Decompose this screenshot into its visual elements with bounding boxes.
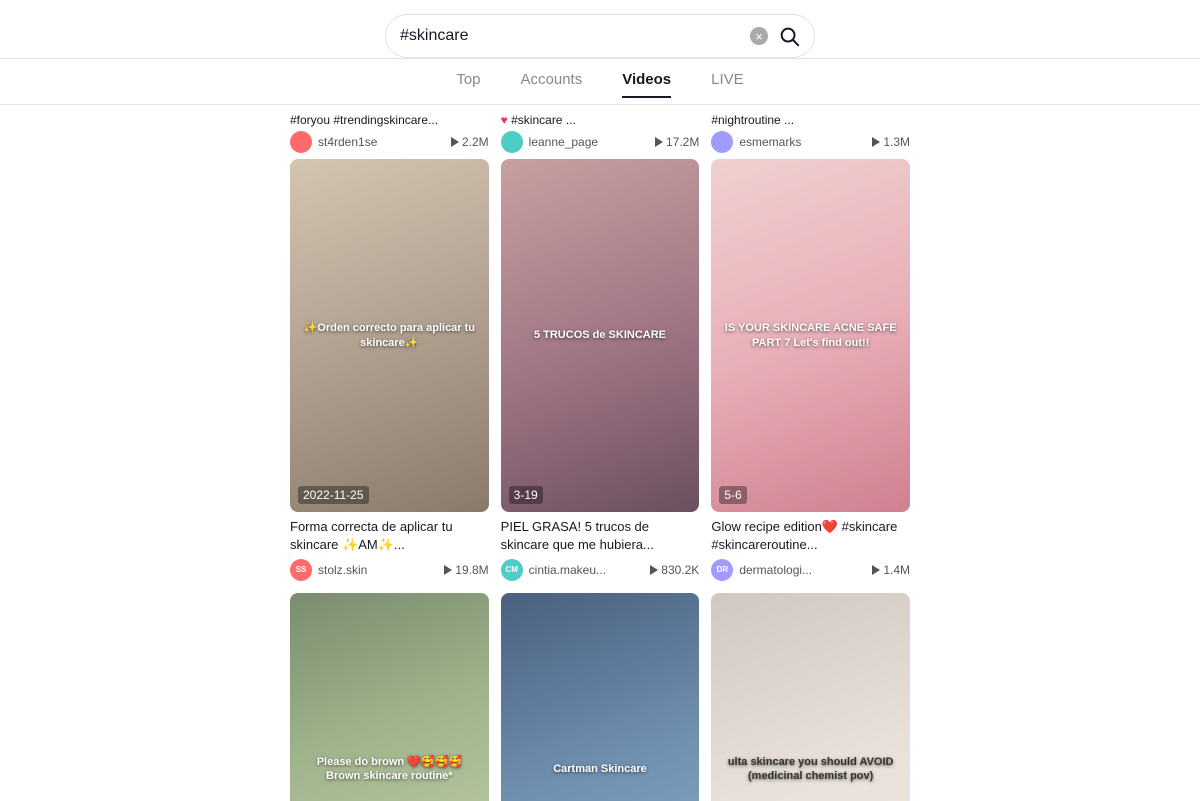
username-2: leanne_page <box>529 135 649 149</box>
play-icon-v2 <box>650 565 658 575</box>
play-count-3: 1.3M <box>872 135 910 149</box>
thumb-overlay-4: Please do brown ❤️🥰🥰🥰 Brown skincare rou… <box>290 593 489 801</box>
thumb-overlay-5: Cartman Skincare <box>501 593 700 801</box>
video-card-6[interactable]: ulta skincare you should AVOID (medicina… <box>711 593 910 801</box>
tab-accounts[interactable]: Accounts <box>521 71 583 98</box>
video-thumb-2: 5 TRUCOS de SKINCARE 3-19 <box>501 159 700 512</box>
video-thumb-1: ✨Orden correcto para aplicar tu skincare… <box>290 159 489 512</box>
video-play-count-3: 1.4M <box>872 563 910 577</box>
play-icon-3 <box>872 137 880 147</box>
video-card-4[interactable]: Please do brown ❤️🥰🥰🥰 Brown skincare rou… <box>290 593 489 801</box>
video-card-3[interactable]: IS YOUR SKINCARE ACNE SAFE PART 7 Let's … <box>711 159 910 581</box>
tab-live[interactable]: LIVE <box>711 71 744 98</box>
tabs-container: Top Accounts Videos LIVE <box>0 59 1200 105</box>
play-icon-v3 <box>872 565 880 575</box>
search-bar <box>385 14 815 58</box>
video-thumb-5: Cartman Skincare 4-3 <box>501 593 700 801</box>
video-card-2[interactable]: 5 TRUCOS de SKINCARE 3-19 PIEL GRASA! 5 … <box>501 159 700 581</box>
top-card-meta-2: leanne_page 17.2M <box>501 131 700 153</box>
play-icon-2 <box>655 137 663 147</box>
thumb-overlay-1: ✨Orden correcto para aplicar tu skincare… <box>290 159 489 512</box>
search-button[interactable] <box>778 25 800 47</box>
video-title-2: PIEL GRASA! 5 trucos de skincare que me … <box>501 518 700 554</box>
thumb-overlay-3: IS YOUR SKINCARE ACNE SAFE PART 7 Let's … <box>711 159 910 512</box>
avatar-1 <box>290 131 312 153</box>
tab-videos[interactable]: Videos <box>622 71 671 98</box>
search-input[interactable] <box>400 27 750 45</box>
avatar-2 <box>501 131 523 153</box>
search-container <box>0 0 1200 58</box>
tab-top[interactable]: Top <box>456 71 480 98</box>
video-title-3: Glow recipe edition❤️ #skincare #skincar… <box>711 518 910 554</box>
play-icon-1 <box>451 137 459 147</box>
top-partial-row: #foryou #trendingskincare... st4rden1se … <box>290 111 910 153</box>
video-row-2: Please do brown ❤️🥰🥰🥰 Brown skincare rou… <box>290 593 910 801</box>
video-avatar-2: CM <box>501 559 523 581</box>
top-card-1[interactable]: #foryou #trendingskincare... st4rden1se … <box>290 113 489 153</box>
top-card-tags-1: #foryou #trendingskincare... <box>290 113 489 127</box>
video-date-2: 3-19 <box>509 486 543 504</box>
heart-icon-top: ♥ <box>501 113 508 127</box>
username-1: st4rden1se <box>318 135 445 149</box>
video-avatar-3: DR <box>711 559 733 581</box>
video-card-5[interactable]: Cartman Skincare 4-3 Cartman Skincare ro… <box>501 593 700 801</box>
video-card-1[interactable]: ✨Orden correcto para aplicar tu skincare… <box>290 159 489 581</box>
video-avatar-1: SS <box>290 559 312 581</box>
avatar-3 <box>711 131 733 153</box>
play-count-2: 17.2M <box>655 135 699 149</box>
play-count-1: 2.2M <box>451 135 489 149</box>
video-play-count-1: 19.8M <box>444 563 488 577</box>
video-row-1: ✨Orden correcto para aplicar tu skincare… <box>290 159 910 581</box>
video-date-3: 5-6 <box>719 486 746 504</box>
grid-container: #foryou #trendingskincare... st4rden1se … <box>0 111 1200 801</box>
video-thumb-6: ulta skincare you should AVOID (medicina… <box>711 593 910 801</box>
video-username-3: dermatologi... <box>739 563 866 577</box>
video-play-count-2: 830.2K <box>650 563 699 577</box>
top-card-tags-2: ♥ #skincare ... <box>501 113 700 127</box>
clear-icon[interactable] <box>750 27 768 45</box>
video-date-1: 2022-11-25 <box>298 486 369 504</box>
top-card-meta-3: esmemarks 1.3M <box>711 131 910 153</box>
video-username-2: cintia.makeu... <box>529 563 645 577</box>
video-thumb-3: IS YOUR SKINCARE ACNE SAFE PART 7 Let's … <box>711 159 910 512</box>
thumb-overlay-6: ulta skincare you should AVOID (medicina… <box>711 593 910 801</box>
top-card-3[interactable]: #nightroutine ... esmemarks 1.3M <box>711 113 910 153</box>
video-meta-3: DR dermatologi... 1.4M <box>711 559 910 581</box>
video-meta-1: SS stolz.skin 19.8M <box>290 559 489 581</box>
video-meta-2: CM cintia.makeu... 830.2K <box>501 559 700 581</box>
top-card-tags-3: #nightroutine ... <box>711 113 910 127</box>
video-title-1: Forma correcta de aplicar tu skincare ✨A… <box>290 518 489 554</box>
top-card-2[interactable]: ♥ #skincare ... leanne_page 17.2M <box>501 113 700 153</box>
top-card-meta-1: st4rden1se 2.2M <box>290 131 489 153</box>
username-3: esmemarks <box>739 135 866 149</box>
play-icon-v1 <box>444 565 452 575</box>
thumb-overlay-2: 5 TRUCOS de SKINCARE <box>501 159 700 512</box>
video-username-1: stolz.skin <box>318 563 438 577</box>
video-thumb-4: Please do brown ❤️🥰🥰🥰 Brown skincare rou… <box>290 593 489 801</box>
